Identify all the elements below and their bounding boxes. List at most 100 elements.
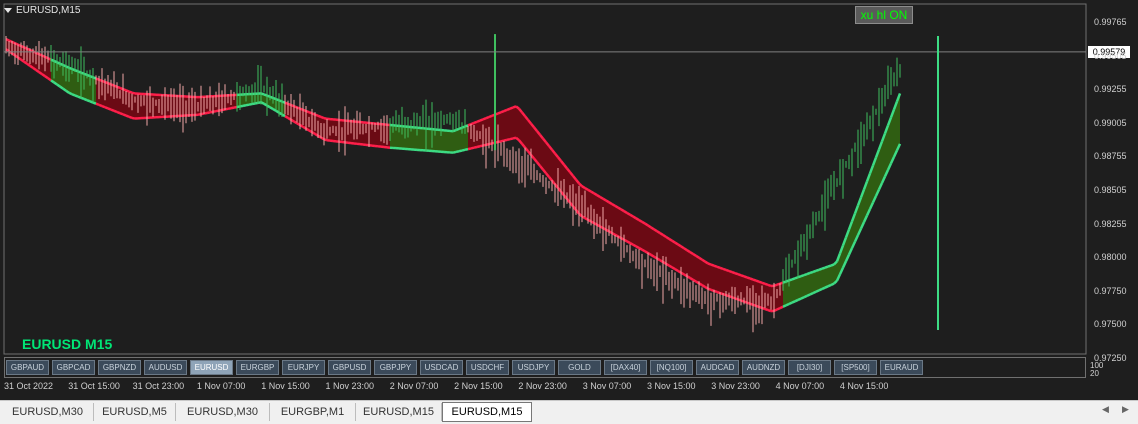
upper-band-line bbox=[623, 210, 628, 214]
lower-band-line bbox=[830, 282, 835, 287]
lower-band-line bbox=[95, 102, 100, 107]
lower-band-line bbox=[128, 115, 133, 120]
lower-band-line bbox=[458, 149, 463, 153]
upper-band-line bbox=[809, 270, 814, 275]
chart-tab[interactable]: EURUSD,M15 bbox=[356, 403, 442, 421]
lower-band-line bbox=[815, 289, 820, 293]
upper-band-line bbox=[131, 91, 136, 95]
time-axis-label: 2 Nov 15:00 bbox=[454, 381, 503, 391]
lower-band-line bbox=[32, 66, 37, 72]
lower-band-line bbox=[764, 307, 769, 312]
price-axis-label: 0.99005 bbox=[1094, 117, 1127, 128]
time-axis-label: 1 Nov 07:00 bbox=[196, 381, 246, 391]
upper-band-line bbox=[791, 277, 796, 281]
lower-band-line bbox=[797, 297, 802, 302]
symbol-button-gbpcad[interactable]: GBPCAD bbox=[52, 360, 95, 375]
symbol-button-audcad[interactable]: AUDCAD bbox=[696, 360, 739, 375]
symbol-button-usdcad[interactable]: USDCAD bbox=[420, 360, 463, 375]
lower-band-line bbox=[62, 87, 67, 92]
symbol-button-eurgbp[interactable]: EURGBP bbox=[236, 360, 279, 375]
upper-band-line bbox=[761, 281, 766, 285]
symbol-button-euraud[interactable]: EURAUD bbox=[880, 360, 923, 375]
symbol-button-sp500[interactable]: [SP500] bbox=[834, 360, 877, 375]
lower-band-line bbox=[821, 286, 826, 291]
lower-band-line bbox=[626, 240, 631, 245]
upper-band-line bbox=[656, 230, 661, 235]
lower-band-line bbox=[689, 276, 694, 281]
upper-band-line bbox=[317, 114, 322, 119]
upper-band-line bbox=[680, 245, 685, 250]
band-fill-segment bbox=[552, 149, 555, 185]
lower-band-line bbox=[53, 81, 58, 86]
band-fill-segment bbox=[525, 116, 528, 152]
lower-band-line bbox=[674, 268, 679, 272]
price-axis-label: 0.98505 bbox=[1094, 185, 1127, 195]
lower-band-line bbox=[59, 85, 64, 90]
symbol-button-audusd[interactable]: AUDUSD bbox=[144, 360, 187, 375]
band-fill-segment bbox=[699, 257, 702, 286]
band-fill-segment bbox=[549, 146, 552, 181]
collapse-triangle-icon[interactable] bbox=[4, 7, 12, 13]
upper-band-line bbox=[749, 277, 754, 281]
band-fill-segment bbox=[630, 214, 633, 245]
symbol-button-gbpjpy[interactable]: GBPJPY bbox=[374, 360, 417, 375]
symbol-button-nq100[interactable]: [NQ100] bbox=[650, 360, 693, 375]
chart-window[interactable]: EURUSD,M15 xu hl ON EURUSD M15 0.99579 0… bbox=[0, 0, 1138, 400]
symbol-button-eurjpy[interactable]: EURJPY bbox=[282, 360, 325, 375]
upper-band-line bbox=[584, 186, 589, 191]
upper-band-line bbox=[647, 224, 652, 229]
symbol-title[interactable]: EURUSD,M15 bbox=[4, 5, 80, 16]
time-axis-label: 31 Oct 15:00 bbox=[68, 381, 120, 391]
symbol-button-gbpaud[interactable]: GBPAUD bbox=[6, 360, 49, 375]
band-fill-segment bbox=[813, 270, 816, 294]
price-axis-label: 0.97500 bbox=[1094, 319, 1127, 330]
upper-band-line bbox=[689, 250, 694, 255]
band-fill-segment bbox=[828, 265, 831, 287]
upper-band-line bbox=[590, 190, 595, 195]
upper-band-line bbox=[815, 268, 820, 273]
upper-band-line bbox=[323, 116, 328, 121]
upper-band-line bbox=[644, 222, 649, 227]
symbol-button-audnzd[interactable]: AUDNZD bbox=[742, 360, 785, 375]
symbol-button-eurusd[interactable]: EURUSD bbox=[190, 360, 233, 375]
chart-tab[interactable]: EURUSD,M15 bbox=[442, 402, 532, 422]
upper-band-line bbox=[731, 270, 736, 275]
upper-band-line bbox=[683, 247, 688, 252]
upper-band-line bbox=[617, 206, 622, 211]
symbol-button-usdjpy[interactable]: USDJPY bbox=[512, 360, 555, 375]
band-fill-segment bbox=[546, 142, 549, 177]
chart-tab[interactable]: EURUSD,M30 bbox=[2, 403, 94, 421]
upper-band-line bbox=[128, 90, 133, 94]
scroll-right-icon[interactable]: ▶ bbox=[1122, 405, 1129, 415]
price-chart[interactable] bbox=[0, 0, 1138, 400]
symbol-button-gbpusd[interactable]: GBPUSD bbox=[328, 360, 371, 375]
scroll-left-icon[interactable]: ◀ bbox=[1102, 405, 1109, 415]
upper-band-line bbox=[719, 266, 724, 271]
upper-band-line bbox=[707, 262, 712, 266]
band-fill-segment bbox=[825, 266, 828, 288]
indicator-toggle-button[interactable]: xu hl ON bbox=[855, 6, 913, 24]
lower-band-line bbox=[83, 97, 88, 102]
lower-band-line bbox=[119, 112, 124, 116]
symbol-button-dax40[interactable]: [DAX40] bbox=[604, 360, 647, 375]
upper-band-line bbox=[635, 217, 640, 222]
band-fill-segment bbox=[702, 259, 705, 287]
upper-band-line bbox=[641, 220, 646, 225]
symbol-button-dji30[interactable]: [DJI30] bbox=[788, 360, 831, 375]
symbol-button-usdchf[interactable]: USDCHF bbox=[466, 360, 509, 375]
upper-band-line bbox=[662, 233, 667, 238]
chart-tab[interactable]: EURUSD,M5 bbox=[94, 403, 176, 421]
upper-band-line bbox=[830, 263, 835, 267]
lower-band-line bbox=[230, 106, 235, 110]
symbol-button-gbpnzd[interactable]: GBPNZD bbox=[98, 360, 141, 375]
upper-band-line bbox=[596, 194, 601, 198]
lower-band-line bbox=[641, 248, 646, 253]
band-fill-segment bbox=[819, 268, 822, 291]
symbol-button-gold[interactable]: GOLD bbox=[558, 360, 601, 375]
lower-band-line bbox=[38, 71, 43, 76]
chart-tab[interactable]: EURGBP,M1 bbox=[270, 403, 356, 421]
upper-band-line bbox=[710, 263, 715, 267]
upper-band-line bbox=[659, 232, 664, 237]
upper-band-line bbox=[479, 118, 484, 122]
chart-tab[interactable]: EURUSD,M30 bbox=[176, 403, 270, 421]
